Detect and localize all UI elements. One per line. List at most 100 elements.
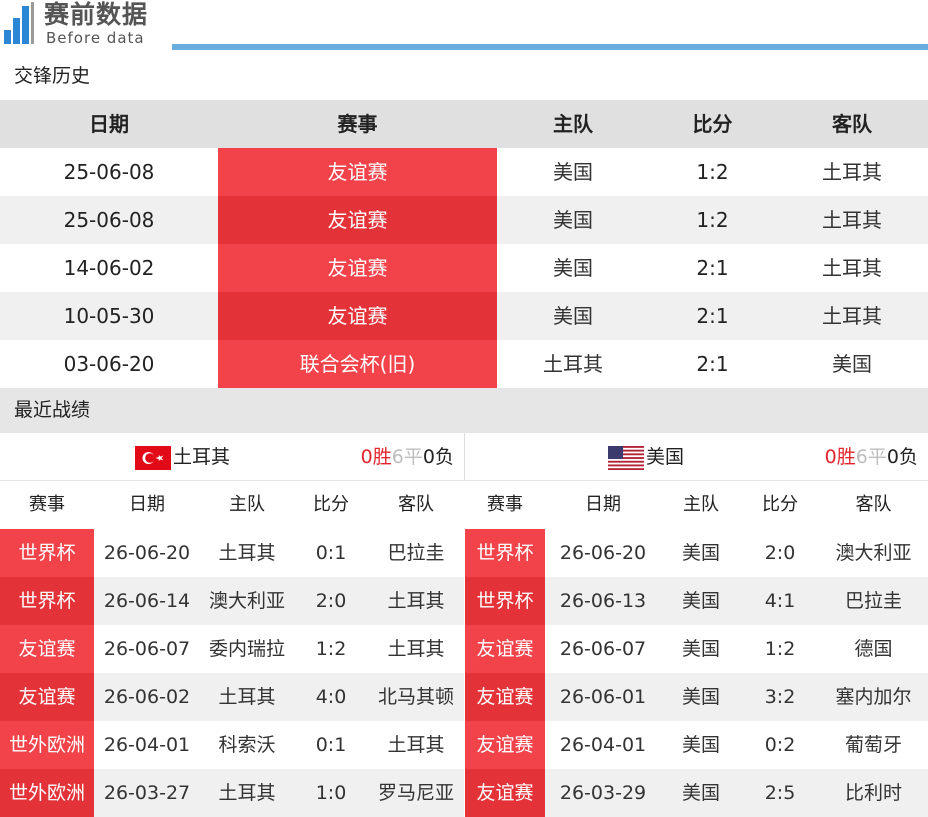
competition-cell: 世界杯 (0, 529, 94, 577)
away-team: 土耳其 (822, 304, 882, 328)
away-team: 巴拉圭 (387, 542, 445, 564)
home-team: 美国 (681, 638, 720, 660)
match-date: 14-06-02 (63, 256, 155, 280)
column-header-home: 主队 (553, 112, 593, 136)
table-row: 友谊赛 26-04-01 美国 0:2 葡萄牙 (465, 721, 928, 769)
match-date: 10-05-30 (63, 304, 155, 328)
away-team: 土耳其 (822, 208, 882, 232)
header-divider (172, 44, 928, 50)
away-team: 罗马尼亚 (377, 782, 454, 804)
h2h-table: 日期 赛事 主队 比分 客队 25-06-08 友谊赛 美国 1:2 土耳其 2… (0, 100, 928, 388)
draw-count: 6 (391, 446, 404, 468)
column-header-score: 比分 (762, 494, 798, 515)
match-date: 26-03-29 (559, 782, 647, 804)
competition-cell: 世外欧洲 (0, 721, 94, 769)
loss-label: 负 (898, 446, 918, 468)
table-row: 14-06-02 友谊赛 美国 2:1 土耳其 (0, 244, 928, 292)
home-team: 美国 (681, 686, 720, 708)
column-header-competition: 赛事 (337, 112, 378, 136)
win-label: 胜 (372, 446, 392, 468)
away-team: 葡萄牙 (844, 734, 902, 756)
team-name: 美国 (646, 446, 685, 468)
column-header-away: 客队 (832, 112, 872, 136)
column-header-away: 客队 (855, 494, 892, 515)
competition-cell: 友谊赛 (465, 625, 545, 673)
column-header-date: 日期 (89, 112, 129, 136)
match-date: 26-04-01 (559, 734, 647, 756)
bar-chart-icon (4, 2, 40, 44)
match-date: 25-06-08 (63, 208, 155, 232)
home-team: 美国 (681, 734, 720, 756)
table-row: 友谊赛 26-06-01 美国 3:2 塞内加尔 (465, 673, 928, 721)
match-date: 26-04-01 (103, 734, 191, 756)
table-row: 世外欧洲 26-04-01 科索沃 0:1 土耳其 (0, 721, 464, 769)
win-count: 0 (360, 446, 373, 468)
column-header-score: 比分 (313, 494, 349, 515)
h2h-table-header: 日期 赛事 主队 比分 客队 (0, 100, 928, 148)
win-label: 胜 (836, 446, 856, 468)
recent-form-usa: 美国 0胜6平0负 赛事 日期 主队 比分 客队 世界杯 26-06-20 美国… (465, 433, 928, 817)
away-team: 土耳其 (387, 734, 445, 756)
win-count: 0 (824, 446, 837, 468)
team-summary-bar: 土耳其 0胜6平0负 (0, 433, 464, 481)
match-score: 2:1 (696, 256, 729, 280)
match-score: 0:2 (764, 734, 796, 756)
table-row: 世界杯 26-06-13 美国 4:1 巴拉圭 (465, 577, 928, 625)
home-team: 土耳其 (218, 542, 276, 564)
recent-section-title: 最近战绩 (0, 388, 928, 433)
away-team: 土耳其 (822, 160, 882, 184)
draw-label: 平 (403, 446, 423, 468)
column-header-date: 日期 (129, 494, 165, 515)
match-score: 4:0 (315, 686, 347, 708)
competition-cell: 联合会杯(旧) (218, 340, 497, 388)
home-team: 美国 (553, 304, 593, 328)
competition-cell: 世外欧洲 (0, 769, 94, 817)
column-header-home: 主队 (683, 494, 719, 515)
away-team: 比利时 (844, 782, 902, 804)
match-score: 2:1 (696, 352, 729, 376)
away-team: 北马其顿 (377, 686, 454, 708)
competition-cell: 友谊赛 (465, 769, 545, 817)
home-team: 澳大利亚 (208, 590, 285, 612)
match-score: 0:1 (315, 542, 347, 564)
column-header-home: 主队 (229, 494, 265, 515)
away-team: 土耳其 (822, 256, 882, 280)
home-team: 科索沃 (218, 734, 276, 756)
competition-cell: 友谊赛 (218, 196, 497, 244)
team-summary-bar: 美国 0胜6平0负 (465, 433, 928, 481)
table-row: 03-06-20 联合会杯(旧) 土耳其 2:1 美国 (0, 340, 928, 388)
away-team: 德国 (854, 638, 893, 660)
table-row: 世外欧洲 26-03-27 土耳其 1:0 罗马尼亚 (0, 769, 464, 817)
column-header-date: 日期 (585, 494, 621, 515)
win-draw-loss-record: 0胜6平0负 (825, 433, 918, 481)
match-date: 26-06-07 (559, 638, 647, 660)
competition-cell: 世界杯 (465, 577, 545, 625)
competition-cell: 友谊赛 (218, 148, 497, 196)
match-score: 2:0 (764, 542, 796, 564)
h2h-section-title: 交锋历史 (0, 52, 928, 100)
home-team: 美国 (553, 160, 593, 184)
match-date: 26-06-01 (559, 686, 647, 708)
home-team: 美国 (681, 782, 720, 804)
match-score: 1:2 (315, 638, 347, 660)
draw-count: 6 (855, 446, 868, 468)
table-row: 25-06-08 友谊赛 美国 1:2 土耳其 (0, 196, 928, 244)
competition-cell: 友谊赛 (465, 673, 545, 721)
competition-cell: 世界杯 (465, 529, 545, 577)
win-draw-loss-record: 0胜6平0负 (361, 433, 454, 481)
away-team: 土耳其 (387, 590, 445, 612)
column-header-away: 客队 (398, 494, 434, 515)
table-row: 友谊赛 26-03-29 美国 2:5 比利时 (465, 769, 928, 817)
home-team: 土耳其 (218, 782, 276, 804)
competition-cell: 友谊赛 (218, 292, 497, 340)
match-date: 03-06-20 (63, 352, 155, 376)
column-header-competition: 赛事 (29, 494, 65, 515)
column-header-competition: 赛事 (487, 494, 523, 515)
table-row: 世界杯 26-06-14 澳大利亚 2:0 土耳其 (0, 577, 464, 625)
logo-title: 赛前数据 (44, 0, 149, 29)
match-score: 1:0 (315, 782, 347, 804)
match-score: 1:2 (696, 208, 729, 232)
match-score: 0:1 (315, 734, 347, 756)
usa-flag-icon (608, 446, 644, 470)
home-team: 委内瑞拉 (208, 638, 285, 660)
